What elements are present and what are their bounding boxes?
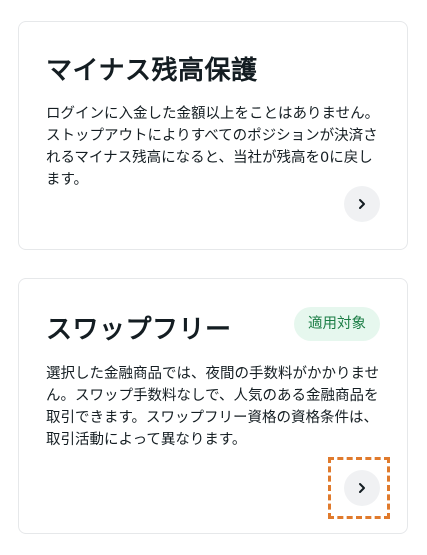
negative-balance-protection-card: マイナス残高保護 ログインに入金した金額以上をことはありません。ストップアウトに… xyxy=(18,21,408,250)
details-button[interactable] xyxy=(344,186,380,222)
card-title: マイナス残高保護 xyxy=(46,56,258,86)
card-title: スワップフリー xyxy=(46,315,232,345)
card-description: 選択した金融商品では、夜間の手数料がかかりません。スワップ手数料なしで、人気のあ… xyxy=(46,366,380,448)
swap-free-card: スワップフリー 適用対象 選択した金融商品では、夜間の手数料がかかりません。スワ… xyxy=(18,278,408,534)
card-description: ログインに入金した金額以上をことはありません。ストップアウトによりすべてのポジシ… xyxy=(46,106,380,188)
chevron-right-icon xyxy=(359,199,365,209)
eligible-badge: 適用対象 xyxy=(294,307,380,341)
chevron-right-icon xyxy=(359,483,365,493)
details-button[interactable] xyxy=(344,470,380,506)
